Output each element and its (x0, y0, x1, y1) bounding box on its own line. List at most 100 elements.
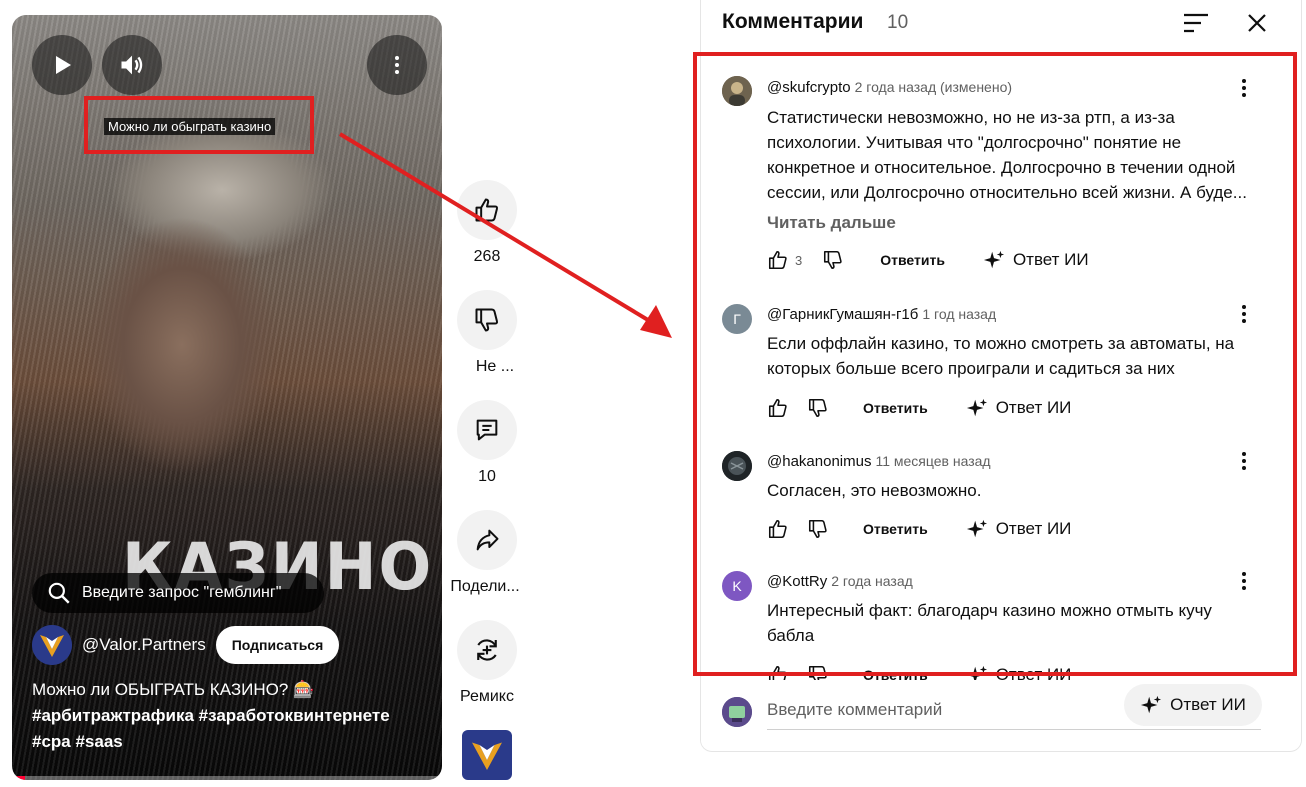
more-vert-icon (1242, 452, 1246, 470)
reply-button[interactable]: Ответить (863, 521, 928, 537)
comment-author[interactable]: @skufcrypto (767, 79, 851, 96)
comment-text: Если оффлайн казино, то можно смотреть з… (767, 334, 1235, 378)
comment-text: Статистически невозможно, но не из-за рт… (767, 108, 1247, 202)
comment-text: Согласен, это невозможно. (767, 481, 982, 500)
like-button[interactable] (457, 180, 517, 240)
comment-author[interactable]: @KottRy (767, 573, 827, 590)
dislike-button[interactable] (457, 290, 517, 350)
comment-actions: 3 Ответить Ответ ИИ (767, 246, 1089, 274)
thumbs-down-icon (475, 308, 499, 332)
comments-panel: Комментарии 10 @skufcrypto 2 года назад (… (700, 0, 1302, 752)
video-title: Можно ли ОБЫГРАТЬ КАЗИНО? 🎰 (32, 680, 315, 699)
play-button[interactable] (32, 35, 92, 95)
ai-reply-button[interactable]: Ответ ИИ (966, 518, 1072, 540)
comment-text: Интересный факт: благодарч казино можно … (767, 601, 1212, 645)
comment-actions: Ответить Ответ ИИ (767, 394, 1071, 422)
comment-menu-button[interactable] (1232, 449, 1256, 473)
channel-row: @Valor.Partners Подписаться (32, 625, 340, 665)
volume-icon (121, 55, 143, 75)
reply-button[interactable]: Ответить (880, 252, 945, 268)
thumbs-up-icon (475, 198, 499, 222)
more-options-button[interactable] (367, 35, 427, 95)
comment-time: 11 месяцев назад (875, 453, 991, 469)
comment-time: 1 год назад (922, 306, 997, 322)
ai-reply-label: Ответ ИИ (1012, 250, 1089, 269)
comment-actions: Ответить Ответ ИИ (767, 515, 1071, 543)
like-count: 268 (473, 248, 501, 265)
comment-avatar[interactable]: K (722, 571, 752, 601)
channel-avatar[interactable] (32, 625, 72, 665)
user-avatar[interactable] (722, 697, 752, 727)
comment-avatar[interactable] (722, 76, 752, 106)
ai-reply-button[interactable]: Ответ ИИ (983, 249, 1089, 271)
read-more-link[interactable]: Читать дальше (767, 213, 896, 233)
comment-like-count: 3 (795, 252, 803, 268)
comment-menu-button[interactable] (1232, 302, 1256, 326)
thumbs-up-icon[interactable] (767, 518, 789, 540)
search-icon (48, 582, 70, 604)
subscribe-button[interactable]: Подписаться (215, 626, 340, 664)
thumbs-down-icon[interactable] (807, 518, 829, 540)
sparkle-icon (966, 398, 987, 417)
play-icon (56, 56, 71, 74)
thumbs-down-icon[interactable] (807, 397, 829, 419)
sparkle-icon (1141, 695, 1162, 714)
comments-button[interactable] (457, 400, 517, 460)
thumbs-down-icon[interactable] (822, 249, 844, 271)
channel-name[interactable]: @Valor.Partners (82, 635, 206, 655)
comment-time: 2 года назад (изменено) (854, 79, 1013, 95)
comment-icon (476, 419, 498, 441)
comment-count: 10 (478, 468, 496, 485)
avatar-image-icon (722, 76, 752, 106)
comment-author[interactable]: @ГарникГумашян-г1б (767, 306, 918, 323)
sparkle-icon (983, 250, 1005, 269)
ai-reply-button[interactable]: Ответ ИИ (966, 397, 1072, 419)
more-vert-icon (395, 56, 399, 74)
annotation-box-caption (84, 96, 314, 154)
video-description[interactable]: Можно ли ОБЫГРАТЬ КАЗИНО? 🎰 #арбитражтра… (32, 677, 432, 755)
composer-ai-reply-button[interactable]: Ответ ИИ (1124, 684, 1262, 726)
dislike-label: Не ... (475, 358, 515, 375)
video-hashtags-1: #арбитражтрафика #заработоквинтернете (32, 706, 390, 725)
comment-avatar[interactable] (722, 451, 752, 481)
comments-title: Комментарии (722, 10, 864, 33)
comments-header: Комментарии 10 (701, 0, 1301, 46)
more-vert-icon (1242, 305, 1246, 323)
sparkle-icon (966, 519, 987, 538)
share-icon (476, 529, 499, 551)
share-label: Подели... (450, 578, 520, 595)
comments-count: 10 (887, 12, 909, 33)
comment-menu-button[interactable] (1232, 569, 1256, 593)
video-progress-fill (12, 776, 25, 780)
sort-button[interactable] (1181, 9, 1211, 37)
remix-button[interactable] (457, 620, 517, 680)
remix-icon (477, 639, 497, 661)
volume-button[interactable] (102, 35, 162, 95)
thumbs-up-icon[interactable] (767, 249, 789, 271)
share-button[interactable] (457, 510, 517, 570)
sound-thumbnail[interactable] (462, 730, 512, 780)
thumbs-up-icon[interactable] (767, 397, 789, 419)
more-vert-icon (1242, 79, 1246, 97)
valor-logo-icon (462, 730, 512, 780)
comment-avatar[interactable]: Г (722, 304, 752, 334)
composer-ai-label: Ответ ИИ (1170, 695, 1246, 714)
comment-menu-button[interactable] (1232, 76, 1256, 100)
comment-composer: Введите комментарий Ответ ИИ (701, 680, 1301, 750)
comment-time: 2 года назад (831, 573, 913, 589)
ai-reply-label: Ответ ИИ (995, 398, 1072, 417)
close-button[interactable] (1243, 9, 1271, 37)
video-progress-bar[interactable] (12, 776, 442, 780)
valor-logo-icon (32, 625, 72, 665)
more-vert-icon (1242, 572, 1246, 590)
search-suggestion-pill[interactable]: Введите запрос "гемблинг" (32, 573, 324, 613)
comment-author[interactable]: @hakanonimus (767, 453, 871, 470)
ai-reply-label: Ответ ИИ (995, 519, 1072, 538)
avatar-image-icon (722, 451, 752, 481)
remix-label: Ремикс (460, 688, 514, 705)
close-icon (1248, 14, 1266, 32)
sort-icon (1184, 13, 1208, 33)
search-suggestion-text: Введите запрос "гемблинг" (82, 584, 282, 601)
video-hashtags-2: #cpa #saas (32, 732, 123, 751)
reply-button[interactable]: Ответить (863, 400, 928, 416)
